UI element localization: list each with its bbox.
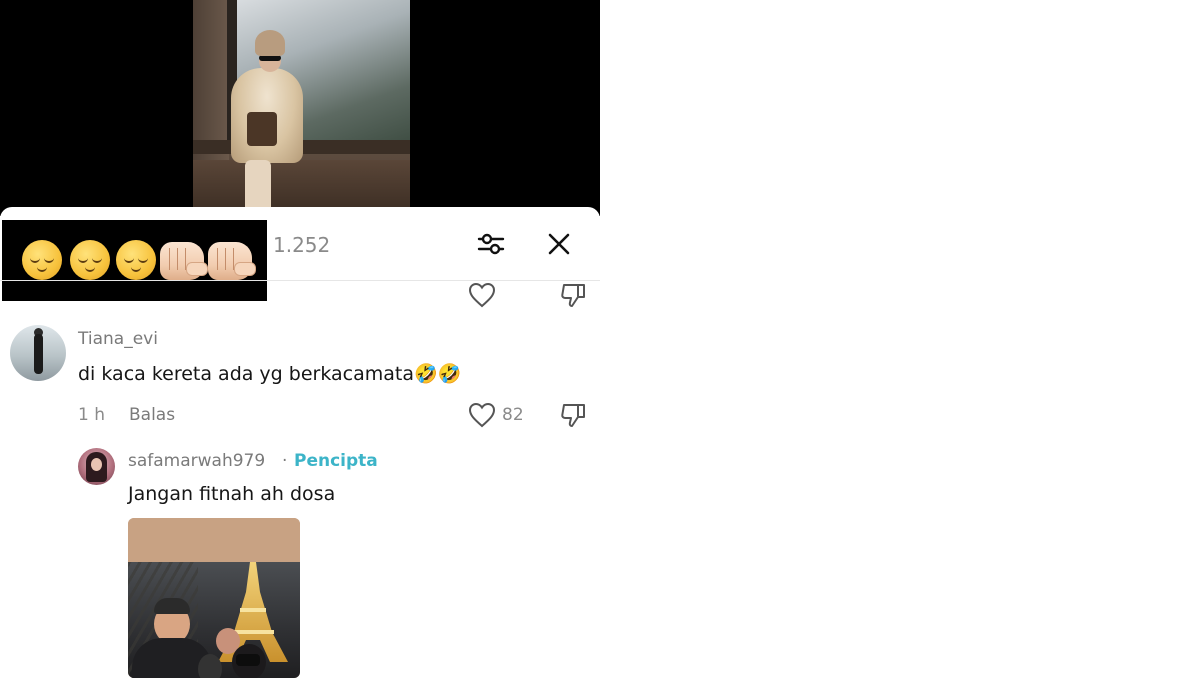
like-count: 82 [502,405,524,425]
relieved-face-emoji [70,240,110,280]
photo-wall [128,518,300,562]
relieved-face-emoji [116,240,156,280]
separator-dot: · [282,451,288,471]
video-player[interactable] [0,0,600,216]
avatar[interactable] [78,448,115,485]
reply-text: Jangan fitnah ah dosa [128,483,336,505]
person-hat [255,30,285,56]
avatar[interactable] [10,325,66,381]
photo-people [128,598,300,678]
dislike-icon[interactable] [560,282,588,312]
attached-photo[interactable] [128,518,300,678]
comment-text: di kaca kereta ada yg berkacamata🤣🤣 [78,363,462,385]
creator-badge: Pencipta [294,451,378,471]
relieved-face-emoji [22,240,62,280]
comment-count: 1.252 [273,233,331,257]
sliders-icon[interactable] [476,229,506,259]
comment-username[interactable]: Tiana_evi [78,329,158,349]
emoji-overlay [2,220,267,301]
header-divider [0,280,600,281]
fist-pointing-emoji [160,242,208,280]
person-bag [247,112,277,146]
dislike-icon[interactable] [560,402,588,432]
video-frame [193,0,410,216]
comment-time: 1 h [78,405,105,425]
reply-username[interactable]: safamarwah979 [128,451,265,471]
heart-icon[interactable] [468,402,496,432]
reply-button[interactable]: Balas [129,405,175,425]
heart-icon[interactable] [468,282,496,312]
fist-pointing-emoji [208,242,256,280]
close-icon[interactable] [544,229,574,259]
